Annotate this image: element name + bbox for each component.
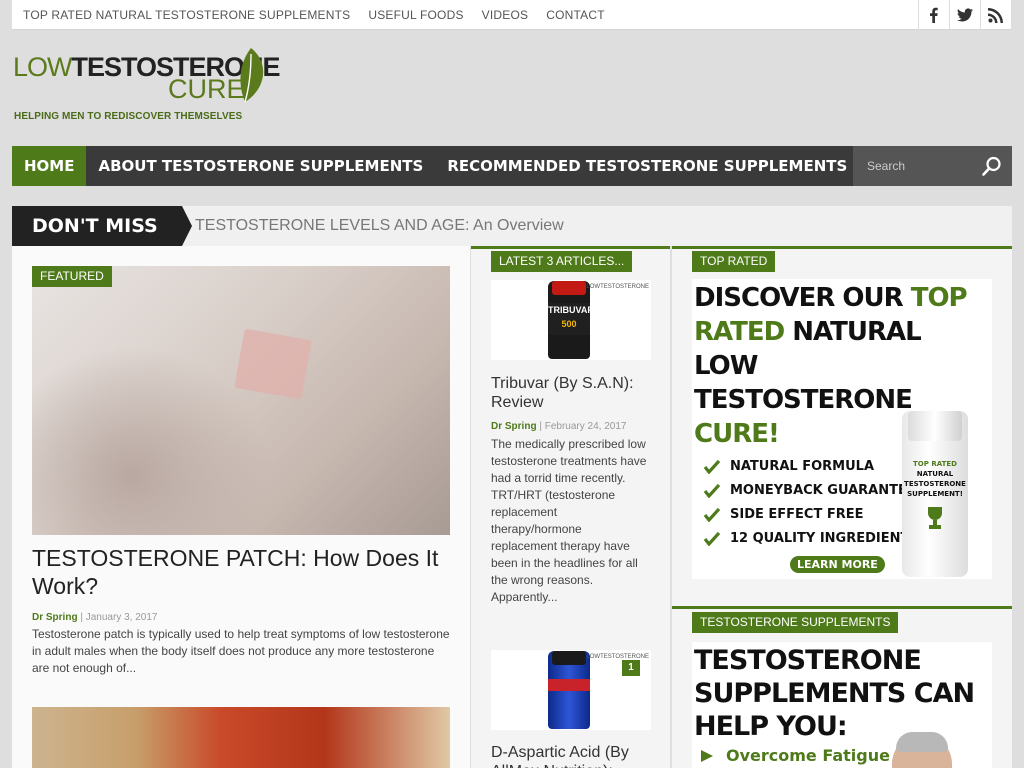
- article-excerpt: The medically prescribed low testosteron…: [491, 437, 647, 604]
- nav-recommended-supplements[interactable]: RECOMMENDED TESTOSTERONE SUPPLEMENTS: [435, 146, 859, 186]
- latest-articles-badge: LATEST 3 ARTICLES...: [491, 251, 633, 272]
- logo-tagline: HELPING MEN TO REDISCOVER THEMSELVES: [14, 111, 243, 122]
- product-name: TRIBUVAR: [548, 305, 594, 315]
- search-box: [853, 146, 1012, 186]
- article-date: February 24, 2017: [544, 421, 627, 432]
- leaf-icon: [240, 48, 264, 103]
- topnav-link-contact[interactable]: CONTACT: [546, 8, 605, 22]
- ad-feature: MONEYBACK GUARANTEE: [704, 479, 919, 503]
- supplement-bottle-image: TOP RATED NATURAL TESTOSTERONE SUPPLEMEN…: [902, 411, 968, 577]
- ad-headline-line4: TESTOSTERONE: [694, 385, 913, 415]
- ad-headline-line2: RATED NATURAL: [694, 317, 922, 347]
- article-author[interactable]: Dr Spring: [491, 421, 537, 432]
- facebook-icon[interactable]: [918, 0, 949, 30]
- check-icon: [704, 484, 720, 498]
- featured-excerpt: Testosterone patch is typically used to …: [32, 627, 450, 675]
- featured-column: FEATURED TESTOSTERONE PATCH: How Does It…: [12, 246, 470, 768]
- ad2-benefit: Overcome Fatigue: [700, 746, 890, 765]
- article-meta: Dr Spring | February 24, 2017: [491, 421, 627, 432]
- thumb-logo: LOWTESTOSTERONE: [586, 284, 649, 290]
- top-bar: TOP RATED NATURAL TESTOSTERONE SUPPLEMEN…: [12, 0, 1011, 30]
- dont-miss-label: DON'T MISS: [12, 206, 192, 246]
- bottle-label: [548, 679, 590, 691]
- comment-count-badge[interactable]: 1: [622, 660, 640, 676]
- dont-miss-link[interactable]: TESTOSTERONE LEVELS AND AGE: An Overview: [195, 206, 564, 246]
- topnav-link-videos[interactable]: VIDEOS: [482, 8, 529, 22]
- main-navigation: HOME ABOUT TESTOSTERONE SUPPLEMENTS RECO…: [12, 146, 1012, 186]
- bottle-cap: [908, 411, 962, 441]
- top-navigation: TOP RATED NATURAL TESTOSTERONE SUPPLEMEN…: [23, 0, 623, 30]
- bottle-cap: [552, 281, 586, 295]
- featured-date: January 3, 2017: [85, 612, 158, 623]
- article-thumbnail-tribuvar[interactable]: TRIBUVAR 500 LOWTESTOSTERONE: [491, 280, 651, 360]
- check-icon: [704, 532, 720, 546]
- testosterone-patch-graphic: [234, 328, 312, 400]
- section-divider: [672, 606, 1012, 609]
- bottle-label: TOP RATED NATURAL TESTOSTERONE SUPPLEMEN…: [904, 459, 966, 534]
- play-arrow-icon: [701, 749, 713, 762]
- article-title[interactable]: Tribuvar (By S.A.N): Review: [491, 374, 651, 412]
- nav-about-supplements[interactable]: ABOUT TESTOSTERONE SUPPLEMENTS: [86, 146, 435, 186]
- logo-cure: CURE: [168, 74, 245, 104]
- latest-articles-column: LATEST 3 ARTICLES... TRIBUVAR 500 LOWTES…: [471, 246, 670, 768]
- rss-icon[interactable]: [980, 0, 1011, 30]
- search-input[interactable]: [853, 159, 973, 173]
- ad-feature: SIDE EFFECT FREE: [704, 503, 919, 527]
- article-title[interactable]: D-Aspartic Acid (By AllMax Nutrition):: [491, 743, 651, 768]
- twitter-icon[interactable]: [949, 0, 980, 30]
- ad-headline-line5: CURE!: [694, 419, 780, 449]
- supplements-badge: TESTOSTERONE SUPPLEMENTS: [692, 612, 899, 633]
- check-icon: [704, 460, 720, 474]
- ad-feature: NATURAL FORMULA: [704, 455, 919, 479]
- nav-home[interactable]: HOME: [12, 146, 87, 186]
- learn-more-button[interactable]: LEARN MORE: [790, 556, 885, 573]
- top-rated-badge: TOP RATED: [692, 251, 776, 272]
- ad-headline-line1: DISCOVER OUR TOP: [694, 283, 968, 313]
- featured-author[interactable]: Dr Spring: [32, 612, 78, 623]
- ad-feature-list: NATURAL FORMULA MONEYBACK GUARANTEE SIDE…: [704, 455, 919, 551]
- tribuvar-bottle: TRIBUVAR 500: [548, 281, 594, 359]
- site-logo[interactable]: LOWTESTOSTERONE CURE HELPING MEN TO REDI…: [13, 48, 283, 128]
- featured-badge: FEATURED: [32, 266, 112, 287]
- social-links: [918, 0, 1011, 30]
- featured-meta: Dr Spring | January 3, 2017: [32, 612, 158, 623]
- featured-title[interactable]: TESTOSTERONE PATCH: How Does It Work?: [32, 544, 452, 600]
- search-icon[interactable]: [982, 156, 1002, 176]
- product-strength: 500: [561, 319, 577, 329]
- ad-headline-line3: LOW: [694, 351, 758, 381]
- logo-low: LOW: [13, 52, 73, 82]
- ad2-headline: TESTOSTERONE SUPPLEMENTS CAN HELP YOU:: [694, 645, 975, 742]
- topnav-link-top-rated[interactable]: TOP RATED NATURAL TESTOSTERONE SUPPLEMEN…: [23, 8, 350, 22]
- topnav-link-useful-foods[interactable]: USEFUL FOODS: [368, 8, 463, 22]
- bottle-label: TRIBUVAR 500: [548, 303, 594, 335]
- dont-miss-bar: DON'T MISS TESTOSTERONE LEVELS AND AGE: …: [12, 206, 1012, 246]
- top-rated-ad-banner[interactable]: DISCOVER OUR TOP RATED NATURAL LOW TESTO…: [692, 279, 992, 579]
- trophy-icon: [928, 507, 942, 529]
- supplements-ad-banner[interactable]: TESTOSTERONE SUPPLEMENTS CAN HELP YOU: O…: [692, 642, 992, 768]
- man-portrait: [892, 732, 952, 768]
- featured-image[interactable]: [32, 266, 450, 535]
- bottle-cap: [552, 651, 586, 665]
- check-icon: [704, 508, 720, 522]
- sidebar-column: TOP RATED DISCOVER OUR TOP RATED NATURAL…: [672, 246, 1012, 768]
- d-aspartic-bottle: [548, 651, 590, 729]
- foods-article-image[interactable]: [32, 707, 450, 768]
- ad-feature: 12 QUALITY INGREDIENTS: [704, 527, 919, 551]
